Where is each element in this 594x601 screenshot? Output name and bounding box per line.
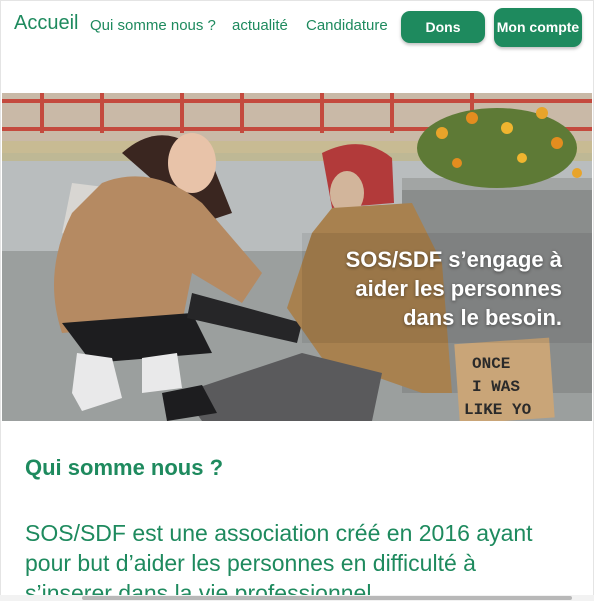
top-navigation: Accueil Qui somme nous ? actualité Candi… xyxy=(0,0,594,60)
donate-button[interactable]: Dons xyxy=(401,11,485,43)
svg-text:ONCE: ONCE xyxy=(472,355,510,373)
nav-application-link[interactable]: Candidature xyxy=(306,17,388,34)
hero-banner: ONCE I WAS LIKE YO SOS/SDF s’engage à ai… xyxy=(2,93,592,421)
horizontal-scrollbar[interactable] xyxy=(0,595,594,601)
svg-text:I WAS: I WAS xyxy=(472,378,520,396)
nav-news-link[interactable]: actualité xyxy=(232,17,288,34)
about-section-title: Qui somme nous ? xyxy=(25,455,224,480)
account-button[interactable]: Mon compte xyxy=(494,8,582,47)
nav-about-link[interactable]: Qui somme nous ? xyxy=(90,17,216,34)
hero-tagline: SOS/SDF s’engage à aider les personnes d… xyxy=(345,247,562,330)
about-section-body: SOS/SDF est une association créé en 2016… xyxy=(25,520,533,601)
horizontal-scrollbar-thumb[interactable] xyxy=(82,596,572,600)
svg-text:LIKE YO: LIKE YO xyxy=(464,401,532,419)
nav-home-link[interactable]: Accueil xyxy=(14,12,78,35)
